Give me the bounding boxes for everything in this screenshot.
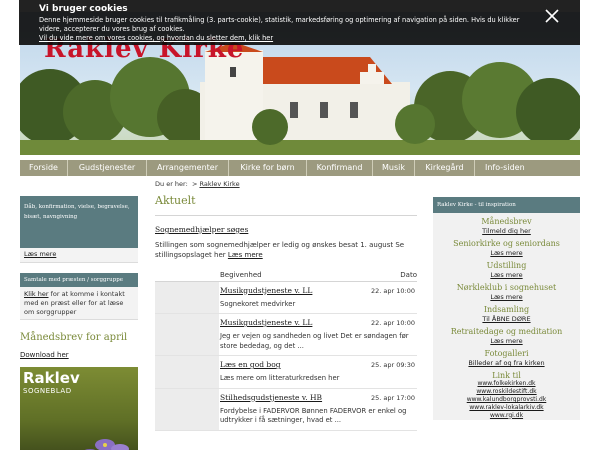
inspiration-link[interactable]: Tilmeld dig her xyxy=(482,227,531,235)
event-body: Læs en god bog 25. apr 09:30 Læs mere om… xyxy=(219,356,417,388)
external-links-title: Link til xyxy=(492,371,521,380)
event-image-placeholder xyxy=(155,356,219,388)
event-time: 22. apr 10:00 xyxy=(371,319,415,328)
breadcrumb-prefix: Du er her: xyxy=(155,180,188,188)
events-header: Begivenhed Dato xyxy=(155,271,417,282)
nav-forside[interactable]: Forside xyxy=(20,160,68,176)
external-link[interactable]: www.kalundborgprovsti.dk xyxy=(435,396,578,404)
event-row: Stilhedsgudstjeneste v. HB 25. apr 17:00… xyxy=(155,388,417,431)
external-link[interactable]: www.raklev-lokalarkiv.dk xyxy=(435,404,578,412)
inspiration-item: Retraitedage og meditation Læs mere xyxy=(435,327,578,345)
event-title-link[interactable]: Stilhedsgudstjeneste v. HB xyxy=(220,393,322,402)
external-link[interactable]: www.folkekirken.dk xyxy=(435,380,578,388)
external-link[interactable]: www.roskildestift.dk xyxy=(435,388,578,396)
event-body: Musikgudstjeneste v. LL 22. apr 10:00 So… xyxy=(219,282,417,314)
cookie-banner: Vi bruger cookies Denne hjemmeside bruge… xyxy=(19,0,580,45)
inspiration-title: Seniorkirke og seniordans xyxy=(453,239,560,248)
nav-kirke-for-boern[interactable]: Kirke for børn xyxy=(229,160,307,176)
breadcrumb: Du er her: > Raklev Kirke xyxy=(155,180,240,188)
cookie-body: Denne hjemmeside bruger cookies til traf… xyxy=(39,16,520,33)
event-title-link[interactable]: Læs en god bog xyxy=(220,360,281,369)
inspiration-link[interactable]: Læs mere xyxy=(490,249,522,257)
event-row: Musikgudstjeneste v. LL 22. apr 10:00 Je… xyxy=(155,314,417,357)
breadcrumb-current[interactable]: Raklev Kirke xyxy=(199,180,239,188)
inspiration-item: Fotogalleri Billeder af og fra kirken xyxy=(435,349,578,367)
inspiration-link[interactable]: Læs mere xyxy=(490,271,522,279)
feature-title-row: Sognemedhjælper søges xyxy=(155,225,417,234)
event-title-link[interactable]: Musikgudstjeneste v. LL xyxy=(220,286,312,295)
newsletter-title: Månedsbrev for april xyxy=(20,332,128,344)
event-description: Jeg er vejen og sandheden og livet Det e… xyxy=(220,332,409,350)
breadcrumb-separator: > xyxy=(191,180,198,188)
inspiration-heading: Raklev Kirke - til inspiration xyxy=(433,197,580,213)
ceremonies-read-more-link[interactable]: Læs mere xyxy=(24,250,56,258)
parish-magazine-cover[interactable]: Raklev SOGNEBLAD xyxy=(20,367,138,450)
left-sidebar: Dåb, konfirmation, vielse, begravelse, b… xyxy=(20,196,138,450)
ceremonies-box: Dåb, konfirmation, vielse, begravelse, b… xyxy=(20,196,138,248)
divider xyxy=(155,215,417,216)
nav-gudstjenester[interactable]: Gudstjenester xyxy=(68,160,147,176)
inspiration-title: Retraitedage og meditation xyxy=(450,327,563,336)
nav-info-siden[interactable]: Info-siden xyxy=(475,160,580,176)
event-time: 22. apr 10:00 xyxy=(371,286,415,295)
ceremonies-link-row: Læs mere xyxy=(20,248,138,263)
inspiration-link[interactable]: Læs mere xyxy=(490,293,522,301)
external-links: Link til www.folkekirken.dk www.roskilde… xyxy=(435,371,578,420)
conversation-click-here-link[interactable]: Klik her xyxy=(24,290,49,298)
inspiration-item: Nørkleklub i sognehuset Læs mere xyxy=(435,283,578,301)
main-content: Aktuelt Sognemedhjælper søges Stillingen… xyxy=(155,194,417,431)
download-link[interactable]: Download her xyxy=(20,351,69,359)
event-description: Fordybelse i FADERVOR Bønnen FADERVOR er… xyxy=(220,406,407,425)
inspiration-link[interactable]: Læs mere xyxy=(490,337,522,345)
close-icon[interactable] xyxy=(544,8,560,24)
conversation-box-heading: Samtale med præsten / sorggruppe xyxy=(20,273,138,287)
event-time: 25. apr 17:00 xyxy=(371,393,415,402)
nav-konfirmand[interactable]: Konfirmand xyxy=(307,160,373,176)
event-title-link[interactable]: Musikgudstjeneste v. LL xyxy=(220,318,312,327)
inspiration-item: Månedsbrev Tilmeld dig her xyxy=(435,217,578,235)
nav-musik[interactable]: Musik xyxy=(373,160,415,176)
inspiration-item: Udstilling Læs mere xyxy=(435,261,578,279)
events-col-event: Begivenhed xyxy=(220,270,262,279)
event-description: Sognekoret medvirker xyxy=(220,299,296,308)
inspiration-link[interactable]: Billeder af og fra kirken xyxy=(468,359,544,367)
external-link[interactable]: www.rgi.dk xyxy=(435,412,578,420)
event-image-placeholder xyxy=(155,388,219,430)
inspiration-title: Fotogalleri xyxy=(484,349,529,358)
feature-title-link[interactable]: Sognemedhjælper søges xyxy=(155,225,248,234)
inspiration-title: Nørkleklub i sognehuset xyxy=(456,283,557,292)
feature-read-more-link[interactable]: Læs mere xyxy=(228,251,263,259)
event-body: Musikgudstjeneste v. LL 22. apr 10:00 Je… xyxy=(219,314,417,355)
right-sidebar: Raklev Kirke - til inspiration Månedsbre… xyxy=(433,197,580,424)
inspiration-item: Seniorkirke og seniordans Læs mere xyxy=(435,239,578,257)
nav-kirkegaard[interactable]: Kirkegård xyxy=(415,160,475,176)
cookie-title: Vi bruger cookies xyxy=(39,4,128,14)
event-body: Stilhedsgudstjeneste v. HB 25. apr 17:00… xyxy=(219,389,417,430)
event-description: Læs mere om litteraturkredsen her xyxy=(220,374,340,383)
inspiration-list: Månedsbrev Tilmeld dig her Seniorkirke o… xyxy=(433,213,580,420)
event-image-placeholder xyxy=(155,281,219,314)
download-row: Download her xyxy=(20,351,138,359)
event-image-placeholder xyxy=(155,314,219,356)
inspiration-link[interactable]: Til ÅBNE DØRE xyxy=(482,315,530,323)
event-row: Musikgudstjeneste v. LL 22. apr 10:00 So… xyxy=(155,281,417,315)
event-time: 25. apr 09:30 xyxy=(371,361,415,370)
nav-arrangementer[interactable]: Arrangementer xyxy=(147,160,229,176)
inspiration-title: Udstilling xyxy=(486,261,527,270)
page: Raklev Kirke Forside Gudstjenester Arran… xyxy=(20,0,580,450)
event-row: Læs en god bog 25. apr 09:30 Læs mere om… xyxy=(155,356,417,389)
feature-body: Stillingen som sognemedhjælper er ledig … xyxy=(155,241,405,259)
inspiration-title: Indsamling xyxy=(483,305,530,314)
cookie-more-link[interactable]: Vil du vide mere om vores cookies, og hv… xyxy=(39,34,273,42)
main-nav: Forside Gudstjenester Arrangementer Kirk… xyxy=(20,160,580,176)
inspiration-item: Indsamling Til ÅBNE DØRE xyxy=(435,305,578,323)
conversation-box-body: Klik her for at komme i kontakt med en p… xyxy=(20,287,138,321)
feature-text: Stillingen som sognemedhjælper er ledig … xyxy=(155,241,417,261)
inspiration-title: Månedsbrev xyxy=(481,217,532,226)
ceremonies-text: Dåb, konfirmation, vielse, begravelse, b… xyxy=(24,204,130,221)
section-heading: Aktuelt xyxy=(155,194,196,207)
events-col-date: Dato xyxy=(400,270,417,279)
flower-image xyxy=(85,439,129,450)
cookie-text: Denne hjemmeside bruger cookies til traf… xyxy=(39,16,534,43)
